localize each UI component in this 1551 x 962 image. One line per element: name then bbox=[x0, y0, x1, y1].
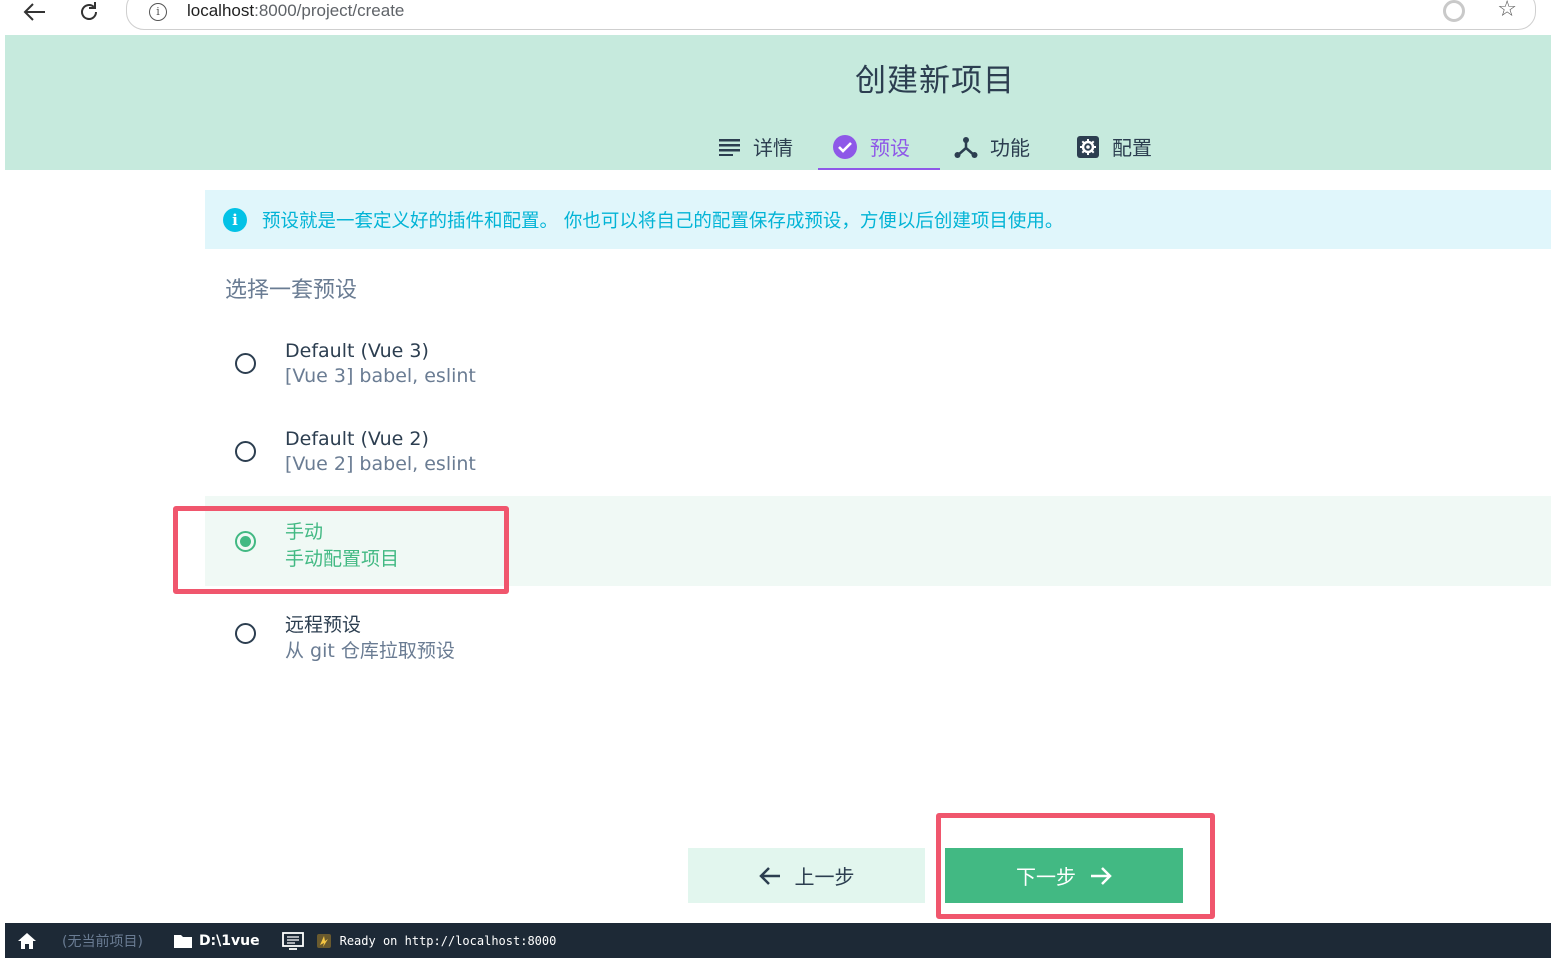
arrow-right-icon bbox=[1090, 866, 1112, 886]
folder-icon[interactable] bbox=[173, 933, 193, 949]
tab-label: 配置 bbox=[1112, 136, 1152, 160]
tab-label: 功能 bbox=[990, 136, 1030, 160]
check-circle-icon bbox=[832, 134, 858, 160]
preset-name: Default (Vue 3) bbox=[285, 340, 429, 362]
url-text[interactable]: localhost:8000/project/create bbox=[187, 1, 404, 21]
bottom-strip bbox=[0, 958, 1551, 962]
preset-name: Default (Vue 2) bbox=[285, 428, 429, 450]
list-icon bbox=[719, 138, 741, 156]
log-message[interactable]: Ready on http://localhost:8000 bbox=[340, 934, 557, 948]
preset-description: [Vue 3] babel, eslint bbox=[285, 365, 476, 387]
back-button[interactable] bbox=[20, 0, 50, 24]
fork-icon bbox=[954, 135, 978, 159]
home-icon[interactable] bbox=[17, 931, 37, 951]
radio-button[interactable] bbox=[235, 441, 256, 462]
preset-name: 手动 bbox=[285, 521, 324, 543]
log-status-icon bbox=[316, 933, 332, 949]
star-icon[interactable]: ☆ bbox=[1497, 0, 1517, 22]
arrow-left-icon bbox=[23, 3, 45, 21]
gear-icon bbox=[1076, 135, 1100, 159]
arrow-left-icon bbox=[758, 866, 781, 886]
preset-remote[interactable]: 远程预设 从 git 仓库拉取预设 bbox=[205, 588, 1551, 678]
console-icon[interactable] bbox=[281, 931, 304, 950]
preset-name: 远程预设 bbox=[285, 614, 362, 636]
page-title: 创建新项目 bbox=[855, 63, 1015, 99]
tab-config[interactable]: 配置 bbox=[1062, 123, 1184, 170]
site-info-icon[interactable]: i bbox=[149, 3, 167, 21]
extension-icon[interactable] bbox=[1443, 0, 1465, 22]
info-banner-text: 预设就是一套定义好的插件和配置。 你也可以将自己的配置保存成预设，方便以后创建项… bbox=[262, 210, 1064, 232]
tab-label: 详情 bbox=[753, 136, 793, 160]
radio-button[interactable] bbox=[235, 623, 256, 644]
next-button-label: 下一步 bbox=[1016, 867, 1076, 889]
app-container: 创建新项目 详情 预设 功能 配置 i 预设就是一套定义好的插件和配置。 你也可… bbox=[5, 35, 1551, 923]
preset-manual[interactable]: 手动 手动配置项目 bbox=[205, 496, 1551, 586]
tab-details[interactable]: 详情 bbox=[705, 123, 818, 170]
preset-description: 手动配置项目 bbox=[285, 548, 400, 570]
status-bar: (无当前项目) D:\1vue Ready on http://localhos… bbox=[5, 923, 1551, 958]
section-title: 选择一套预设 bbox=[225, 278, 358, 303]
previous-button[interactable]: 上一步 bbox=[688, 848, 925, 903]
reload-icon bbox=[81, 2, 97, 20]
info-banner: i 预设就是一套定义好的插件和配置。 你也可以将自己的配置保存成预设，方便以后创… bbox=[205, 190, 1551, 249]
radio-button-selected[interactable] bbox=[235, 531, 256, 552]
current-folder[interactable]: D:\1vue bbox=[199, 933, 260, 949]
page-header: 创建新项目 详情 预设 功能 配置 bbox=[5, 35, 1551, 170]
preset-description: [Vue 2] babel, eslint bbox=[285, 453, 476, 475]
radio-button[interactable] bbox=[235, 353, 256, 374]
preset-default-vue2[interactable]: Default (Vue 2) [Vue 2] babel, eslint bbox=[205, 407, 1551, 497]
current-project[interactable]: (无当前项目) bbox=[62, 931, 143, 951]
next-button[interactable]: 下一步 bbox=[945, 848, 1183, 903]
browser-toolbar: i localhost:8000/project/create ☆ bbox=[0, 0, 1551, 32]
tab-label: 预设 bbox=[870, 136, 910, 160]
step-tabs: 详情 预设 功能 配置 bbox=[705, 123, 1184, 170]
tab-preset[interactable]: 预设 bbox=[818, 123, 940, 170]
reload-button[interactable] bbox=[74, 0, 104, 24]
previous-button-label: 上一步 bbox=[794, 867, 855, 889]
tab-features[interactable]: 功能 bbox=[940, 123, 1062, 170]
preset-default-vue3[interactable]: Default (Vue 3) [Vue 3] babel, eslint bbox=[205, 319, 1551, 409]
preset-description: 从 git 仓库拉取预设 bbox=[285, 640, 455, 662]
info-icon: i bbox=[223, 207, 247, 232]
address-bar[interactable]: i localhost:8000/project/create ☆ bbox=[126, 0, 1536, 30]
